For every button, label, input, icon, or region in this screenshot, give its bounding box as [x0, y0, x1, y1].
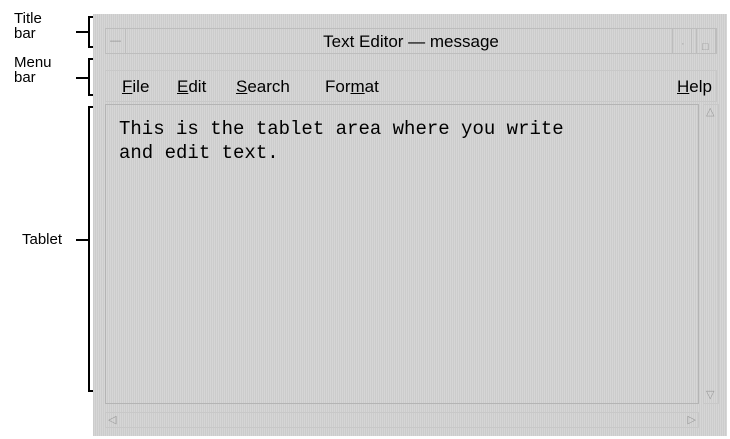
vertical-scrollbar[interactable]: △ ▽	[703, 104, 719, 404]
callout-title-bar-label: Title bar	[14, 10, 42, 42]
title-bar-bracket	[88, 16, 94, 48]
text-editor-window: — Text Editor — message · □ File Edit Se…	[93, 14, 727, 436]
menu-format[interactable]: Format	[325, 77, 379, 97]
menu-file-mnemonic: F	[122, 77, 133, 96]
menu-file-rest: ile	[132, 77, 150, 96]
menu-bar: File Edit Search Format Help	[105, 70, 717, 102]
window-title: Text Editor — message	[323, 32, 499, 51]
tablet-content[interactable]: This is the tablet area where you write …	[119, 117, 689, 165]
triangle-right-icon[interactable]: ▷	[688, 415, 696, 426]
callout-tablet-label: Tablet	[22, 231, 63, 248]
minimize-button[interactable]: ·	[672, 29, 692, 53]
tablet-bracket	[88, 106, 94, 392]
menu-help[interactable]: Help	[677, 77, 712, 97]
maximize-icon: □	[702, 41, 709, 53]
menu-search-mnemonic: S	[236, 77, 248, 96]
triangle-up-icon[interactable]: △	[706, 107, 714, 118]
menu-edit-rest: dit	[188, 77, 207, 96]
callout-menu-bar-label: Menu bar	[14, 54, 52, 86]
menu-bar-bracket	[88, 58, 94, 96]
title-bar-tick	[76, 31, 88, 33]
maximize-button[interactable]: □	[696, 29, 716, 53]
menu-help-rest: elp	[689, 77, 712, 96]
menu-edit-mnemonic: E	[177, 77, 189, 96]
menu-search[interactable]: Search	[236, 77, 290, 97]
menu-format-rest: at	[364, 77, 379, 96]
minimize-icon: ·	[681, 38, 685, 50]
tablet-text-area[interactable]: This is the tablet area where you write …	[105, 104, 699, 404]
menu-format-mnemonic: m	[350, 77, 365, 96]
triangle-left-icon[interactable]: ◁	[108, 415, 116, 426]
menu-help-mnemonic: H	[677, 77, 690, 96]
horizontal-scrollbar[interactable]: ◁ ▷	[105, 412, 699, 428]
title-bar[interactable]: — Text Editor — message · □	[105, 28, 717, 54]
menu-search-rest: earch	[247, 77, 290, 96]
triangle-down-icon[interactable]: ▽	[706, 390, 714, 401]
menu-format-pre: For	[325, 77, 351, 96]
menu-file[interactable]: File	[122, 77, 149, 97]
menu-edit[interactable]: Edit	[177, 77, 206, 97]
tablet-tick	[76, 239, 88, 241]
menu-bar-tick	[76, 77, 88, 79]
